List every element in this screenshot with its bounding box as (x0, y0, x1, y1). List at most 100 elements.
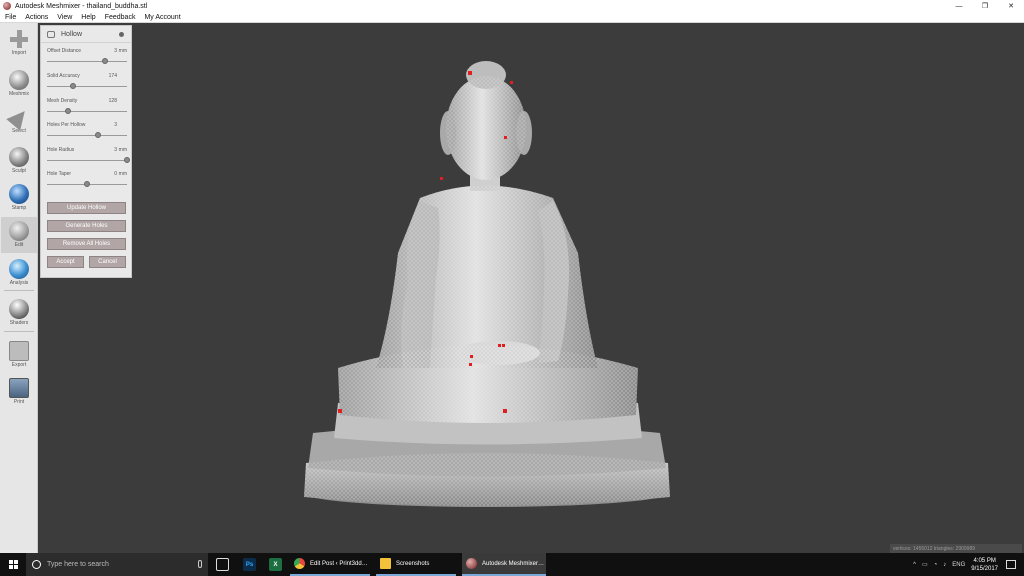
start-button[interactable] (0, 553, 26, 576)
slider-thumb[interactable] (64, 108, 71, 114)
menu-file[interactable]: File (5, 14, 16, 21)
cancel-button[interactable]: Cancel (89, 256, 126, 268)
search-icon (32, 560, 41, 569)
excel-icon[interactable]: X (269, 558, 282, 571)
update-hollow-button[interactable]: Update Hollow (47, 202, 126, 214)
taskbar-app-chrome[interactable]: Edit Post ‹ Print3dd… (290, 553, 370, 576)
param-value[interactable]: 0 (114, 171, 117, 177)
taskbar-app-label: Screenshots (396, 560, 430, 567)
maximize-button[interactable]: ❐ (972, 0, 998, 12)
clock[interactable]: 4:05 PM 9/15/2017 (971, 557, 998, 573)
notification-icon[interactable] (1006, 560, 1016, 569)
param-solid-accuracy: Solid Accuracy 174 (47, 73, 127, 93)
menu-feedback[interactable]: Feedback (105, 14, 136, 21)
param-label: Hole Radius (47, 147, 75, 153)
param-value[interactable]: 128 (109, 98, 117, 104)
taskbar-search[interactable]: Type here to search (26, 553, 208, 576)
tool-edit[interactable]: Edit (1, 217, 37, 253)
tool-import-label: Import (11, 50, 27, 56)
chevron-up-icon[interactable]: ^ (913, 562, 916, 568)
param-unit: mm (118, 48, 127, 54)
sculpt-icon (9, 147, 29, 167)
buddha-model[interactable] (38, 23, 1024, 553)
folder-icon (380, 558, 391, 569)
3d-viewport[interactable] (38, 23, 1024, 553)
pin-icon[interactable] (119, 32, 124, 37)
menu-my-account[interactable]: My Account (144, 14, 180, 21)
remove-all-holes-button[interactable]: Remove All Holes (47, 238, 126, 250)
slider-track[interactable] (47, 61, 127, 62)
param-value[interactable]: 3 (114, 48, 117, 54)
slider-track[interactable] (47, 86, 127, 87)
meshmixer-icon (466, 558, 477, 569)
windows-logo-icon (8, 560, 18, 569)
slider-track[interactable] (47, 160, 127, 161)
param-label: Mesh Density (47, 98, 78, 104)
shaders-icon (9, 299, 29, 319)
param-unit: mm (118, 171, 127, 177)
param-value[interactable]: 3 (114, 122, 117, 128)
slider-track[interactable] (47, 135, 127, 136)
close-button[interactable]: ✕ (998, 0, 1024, 12)
tool-print-label: Print (13, 399, 25, 405)
minimize-button[interactable]: — (946, 0, 972, 12)
taskbar-app-label: Autodesk Meshmixer… (482, 560, 545, 567)
tool-meshmix[interactable]: Meshmix (1, 66, 37, 102)
param-value[interactable]: 174 (109, 73, 117, 79)
chrome-icon (294, 558, 305, 569)
windows-taskbar: Type here to search Ps X Edit Post ‹ Pri… (0, 553, 1024, 576)
param-value[interactable]: 3 (114, 147, 117, 153)
tool-print[interactable]: Print (1, 374, 37, 410)
photoshop-icon[interactable]: Ps (243, 558, 256, 571)
slider-thumb[interactable] (70, 83, 77, 89)
menu-bar: File Actions View Help Feedback My Accou… (0, 12, 1024, 23)
taskbar-app-meshmixer[interactable]: Autodesk Meshmixer… (462, 553, 546, 576)
tool-select[interactable]: Select (1, 105, 37, 141)
tool-export-label: Export (11, 362, 27, 368)
param-offset-distance: Offset Distance 3 mm (47, 48, 127, 68)
analysis-icon (9, 259, 29, 279)
tool-stamp[interactable]: Stamp (1, 180, 37, 216)
tool-edit-label: Edit (14, 242, 24, 248)
network-icon[interactable]: ▭ (922, 561, 928, 568)
meshmixer-logo-icon (3, 2, 11, 10)
menu-help[interactable]: Help (81, 14, 95, 21)
volume-icon[interactable]: ♪ (943, 562, 946, 568)
tool-export[interactable]: Export (1, 337, 37, 373)
taskbar-app-explorer[interactable]: Screenshots (376, 553, 456, 576)
select-icon (6, 105, 32, 131)
language-indicator[interactable]: ENG (952, 562, 965, 568)
taskbar-app-label: Edit Post ‹ Print3dd… (310, 560, 368, 567)
param-holes-per-hollow: Holes Per Hollow 3 (47, 122, 127, 142)
param-mesh-density: Mesh Density 128 (47, 98, 127, 118)
clock-time: 4:05 PM (973, 557, 996, 564)
export-icon (9, 341, 29, 361)
slider-thumb[interactable] (124, 157, 130, 163)
tool-stamp-label: Stamp (11, 205, 27, 211)
meshmix-icon (9, 70, 29, 90)
toolbar-divider (4, 290, 34, 291)
tool-sculpt[interactable]: Sculpt (1, 143, 37, 179)
menu-actions[interactable]: Actions (25, 14, 48, 21)
panel-title: Hollow (61, 30, 83, 38)
menu-view[interactable]: View (57, 14, 72, 21)
generate-holes-button[interactable]: Generate Holes (47, 220, 126, 232)
edit-icon (9, 221, 29, 241)
microphone-icon[interactable] (198, 560, 202, 568)
wifi-icon[interactable]: ◔ (934, 562, 938, 568)
title-bar: Autodesk Meshmixer - thailand_buddha.stl… (0, 0, 1024, 12)
window-title: Autodesk Meshmixer - thailand_buddha.stl (15, 2, 148, 10)
tool-shaders[interactable]: Shaders (1, 295, 37, 331)
tool-meshmix-label: Meshmix (8, 91, 29, 97)
tool-analysis[interactable]: Analysis (1, 255, 37, 291)
slider-thumb[interactable] (101, 58, 108, 64)
slider-track[interactable] (47, 111, 127, 112)
left-toolbar: Import Meshmix Select Sculpt Stamp Edit … (0, 23, 38, 553)
param-label: Hole Taper (47, 171, 72, 177)
tool-import[interactable]: Import (1, 25, 37, 61)
task-view-icon[interactable] (216, 558, 229, 571)
slider-thumb[interactable] (95, 132, 102, 138)
param-label: Offset Distance (47, 48, 82, 54)
slider-thumb[interactable] (84, 181, 90, 187)
accept-button[interactable]: Accept (47, 256, 84, 268)
